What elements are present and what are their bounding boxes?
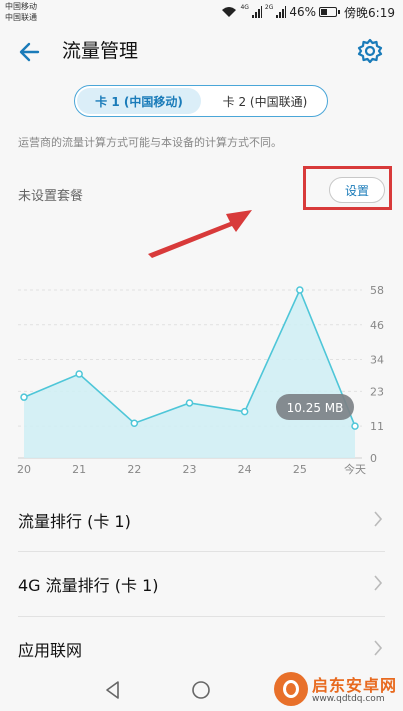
- list-item-4g-ranking[interactable]: 4G 流量排行 (卡 1): [0, 552, 403, 616]
- square-recent-icon[interactable]: [280, 679, 302, 701]
- x-tick-label: 今天: [344, 462, 366, 476]
- chevron-right-icon: [374, 575, 383, 591]
- setup-plan-button[interactable]: 设置: [329, 177, 385, 203]
- x-tick-label: 21: [72, 463, 86, 476]
- y-tick-label: 11: [370, 420, 384, 433]
- y-tick-label: 0: [370, 452, 377, 465]
- x-tick-label: 24: [238, 463, 252, 476]
- sim-tabs: 卡 1 (中国移动) 卡 2 (中国联通): [74, 85, 328, 117]
- signal-2-label: 2G: [264, 4, 274, 11]
- data-point: [75, 370, 83, 378]
- usage-tooltip-text: 10.25 MB: [287, 401, 344, 415]
- data-point: [351, 422, 359, 430]
- chevron-right-icon: [374, 511, 383, 527]
- list-item-label: 流量排行 (卡 1): [18, 512, 131, 531]
- tab-sim-2[interactable]: 卡 2 (中国联通): [203, 86, 327, 116]
- carrier-names: 中国移动 中国联通: [5, 1, 37, 23]
- x-tick-label: 22: [127, 463, 141, 476]
- circle-home-icon[interactable]: [190, 679, 212, 701]
- wifi-icon: [222, 7, 237, 17]
- status-indicators: 4G 2G 46% 傍晚6:19: [221, 4, 395, 20]
- y-tick-label: 34: [370, 354, 384, 367]
- data-point: [130, 419, 139, 427]
- y-tick-label: 58: [370, 284, 384, 297]
- list-item-label: 应用联网: [18, 641, 83, 660]
- usage-tooltip: 10.25 MB: [276, 394, 354, 420]
- y-tick-label: 23: [370, 385, 384, 398]
- triangle-back-icon[interactable]: [102, 679, 124, 701]
- list-item-label: 4G 流量排行 (卡 1): [18, 576, 159, 595]
- carrier-2: 中国联通: [5, 13, 37, 22]
- x-tick-label: 20: [17, 463, 31, 476]
- signal-1-icon: [251, 6, 262, 18]
- usage-chart: 0 11 23 34 46 58 20 21 22 23 24 25 今天 10.25 MB: [17, 284, 384, 476]
- status-bar: 中国移动 中国联通 4G 2G 46% 傍晚6:19: [0, 0, 403, 24]
- chevron-right-icon: [374, 640, 383, 656]
- x-tick-label: 25: [293, 463, 307, 476]
- y-tick-label: 46: [370, 319, 384, 332]
- data-point: [185, 399, 194, 407]
- page-title: 流量管理: [62, 40, 139, 62]
- header: 流量管理: [0, 24, 403, 78]
- battery-percent: 46%: [289, 5, 317, 19]
- data-point: [20, 393, 28, 401]
- annotation-arrow: [148, 210, 252, 258]
- calculation-notice: 运营商的流量计算方式可能与本设备的计算方式不同。: [18, 136, 282, 149]
- status-time: 傍晚6:19: [344, 5, 395, 20]
- data-point: [296, 286, 304, 294]
- data-point: [240, 407, 249, 416]
- battery-level: [321, 9, 328, 15]
- carrier-1: 中国移动: [5, 2, 37, 11]
- navigation-bar: [0, 667, 403, 711]
- arrow-left-icon[interactable]: [16, 38, 44, 66]
- tab-sim-1[interactable]: 卡 1 (中国移动): [77, 88, 201, 114]
- battery-icon: [319, 7, 340, 17]
- signal-1-label: 4G: [240, 4, 249, 11]
- usage-area: [24, 290, 355, 458]
- y-tick-labels: 0 11 23 34 46 58: [370, 284, 384, 465]
- gear-icon[interactable]: [357, 38, 383, 64]
- x-tick-label: 23: [183, 463, 197, 476]
- list-item-traffic-ranking[interactable]: 流量排行 (卡 1): [0, 488, 403, 552]
- x-tick-labels: 20 21 22 23 24 25 今天: [17, 462, 366, 476]
- signal-2-icon: [276, 6, 287, 18]
- plan-status: 未设置套餐: [18, 189, 84, 204]
